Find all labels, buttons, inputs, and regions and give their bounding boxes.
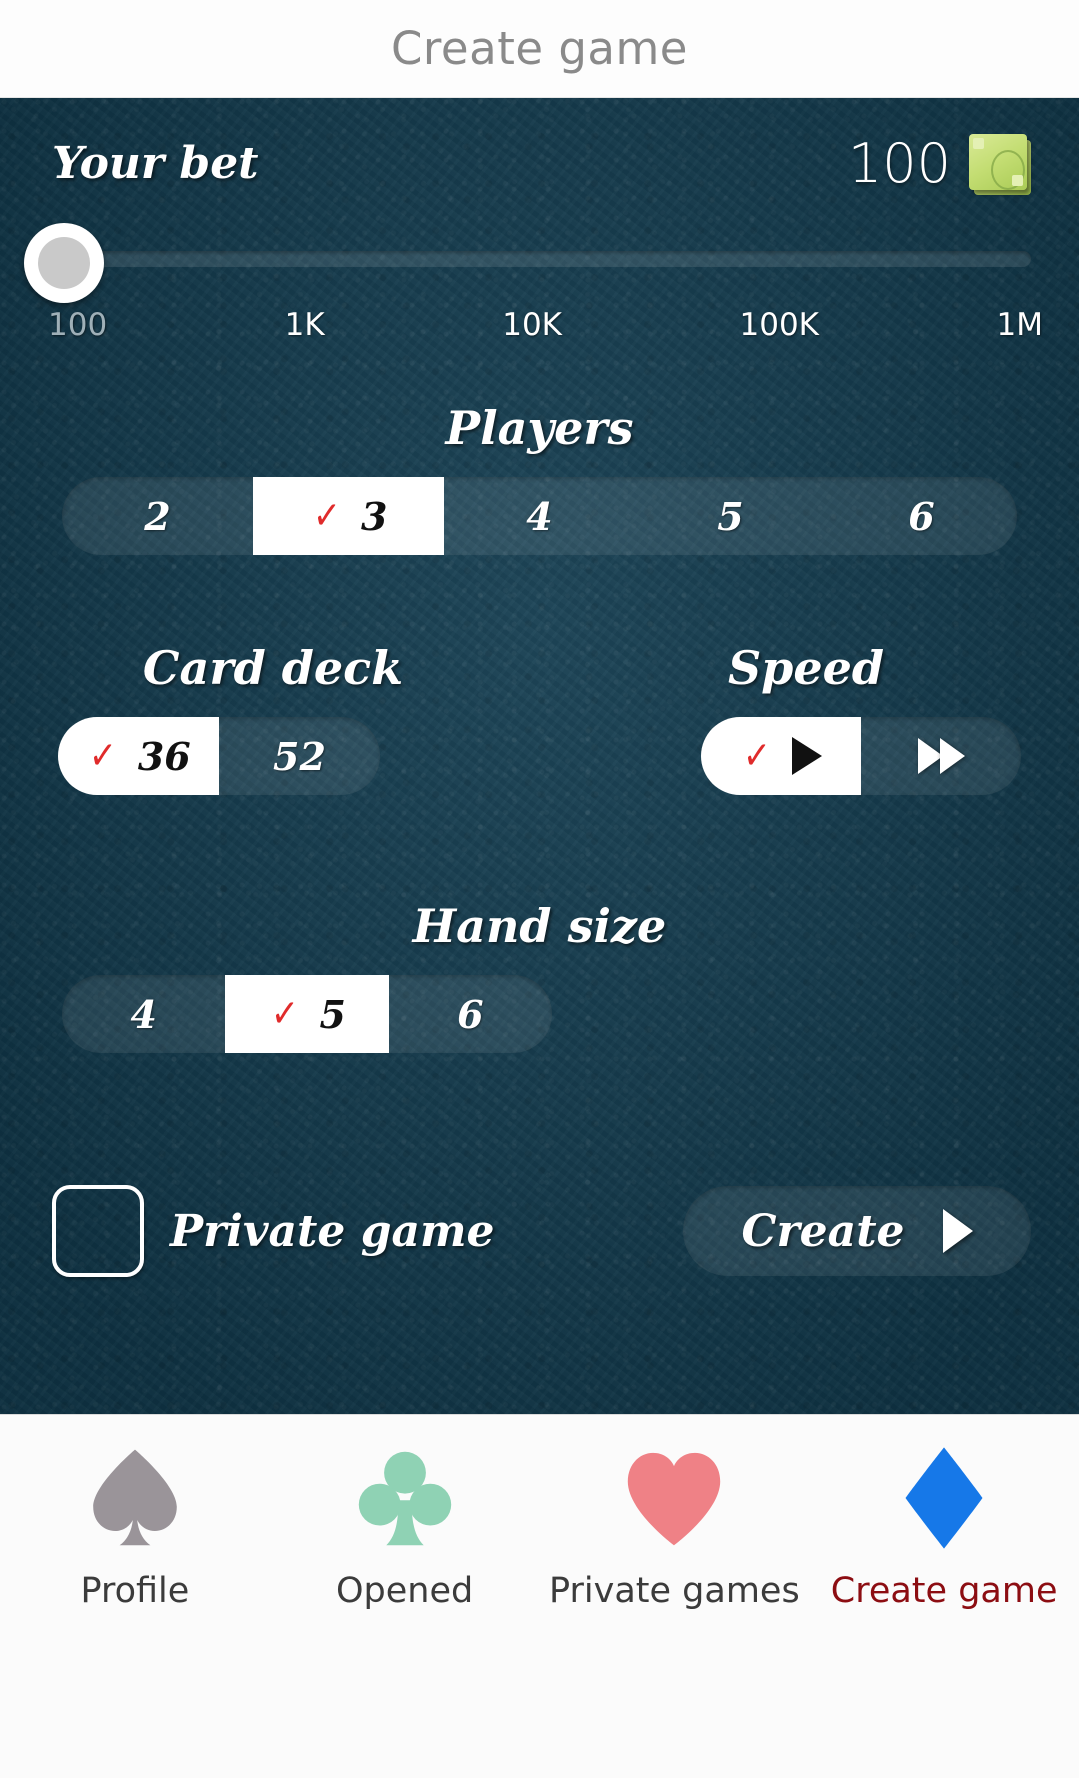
app-header: Create game: [0, 0, 1079, 98]
diamond-icon: [905, 1447, 983, 1549]
hand-size-option-5-label: 5: [319, 991, 346, 1037]
private-game-toggle[interactable]: Private game: [52, 1185, 495, 1277]
bet-amount: 100: [847, 132, 951, 195]
players-option-2[interactable]: 2: [62, 477, 253, 555]
slider-tick-10k: 10K: [502, 307, 563, 343]
hand-size-option-4-label: 4: [130, 991, 157, 1037]
page-title: Create game: [391, 22, 688, 75]
bet-slider-track[interactable]: [96, 251, 1031, 267]
nav-item-profile[interactable]: Profile: [0, 1415, 270, 1611]
card-deck-selector[interactable]: ✓ 36 52: [58, 717, 380, 795]
hand-size-option-6-label: 6: [457, 991, 484, 1037]
players-option-3-label: 3: [361, 493, 388, 539]
game-settings-board: Your bet 100 100 1K 10K 100K 1M Players …: [0, 98, 1079, 1414]
players-option-5-label: 5: [717, 493, 744, 539]
nav-item-opened[interactable]: Opened: [270, 1415, 540, 1611]
red-checkmark-icon: ✓: [88, 731, 118, 781]
bottom-navbar: Profile Opened Private games Create game: [0, 1414, 1079, 1778]
hand-size-option-6[interactable]: 6: [389, 975, 552, 1053]
club-icon: [358, 1451, 451, 1546]
players-title: Players: [445, 401, 634, 455]
slider-tick-1k: 1K: [284, 307, 325, 343]
hand-size-option-4[interactable]: 4: [62, 975, 225, 1053]
red-checkmark-icon: ✓: [742, 731, 772, 781]
bet-slider-thumb[interactable]: [24, 223, 104, 303]
fast-forward-icon: [917, 738, 965, 774]
card-deck-option-52-label: 52: [273, 733, 326, 779]
nav-label-opened: Opened: [336, 1571, 474, 1611]
players-selector[interactable]: 2 ✓ 3 4 5 6: [62, 477, 1017, 555]
nav-item-create-game[interactable]: Create game: [809, 1415, 1079, 1611]
hand-size-title: Hand size: [412, 899, 667, 953]
nav-label-profile: Profile: [80, 1571, 190, 1611]
nav-item-private-games[interactable]: Private games: [540, 1415, 810, 1611]
players-option-5[interactable]: 5: [635, 477, 826, 555]
players-option-6[interactable]: 6: [826, 477, 1017, 555]
speed-selector[interactable]: ✓: [701, 717, 1021, 795]
speed-option-normal[interactable]: ✓: [701, 717, 861, 795]
slider-tick-100k: 100K: [739, 307, 820, 343]
players-option-3[interactable]: ✓ 3: [253, 477, 444, 555]
card-deck-option-36[interactable]: ✓ 36: [58, 717, 219, 795]
card-deck-option-36-label: 36: [137, 733, 191, 779]
nav-label-create-game: Create game: [830, 1571, 1058, 1611]
private-game-label: Private game: [170, 1205, 495, 1257]
money-bill-icon: [969, 133, 1031, 195]
bottom-actions-row: Private game Create: [0, 1185, 1079, 1277]
slider-tick-100: 100: [48, 307, 108, 343]
red-checkmark-icon: ✓: [270, 989, 300, 1039]
create-button[interactable]: Create: [683, 1186, 1031, 1276]
red-checkmark-icon: ✓: [311, 491, 341, 541]
create-button-label: Create: [741, 1205, 905, 1257]
speed-title: Speed: [727, 641, 885, 695]
deck-speed-titles: Card deck Speed: [0, 641, 1079, 695]
players-option-4[interactable]: 4: [444, 477, 635, 555]
play-arrow-icon: [942, 1209, 973, 1253]
nav-label-private-games: Private games: [549, 1571, 800, 1611]
speed-option-fast[interactable]: [861, 717, 1021, 795]
bet-row: Your bet 100: [0, 98, 1079, 195]
deck-speed-controls: ✓ 36 52 ✓: [0, 717, 1079, 795]
bet-label: Your bet: [52, 138, 259, 189]
players-option-6-label: 6: [908, 493, 935, 539]
bet-slider[interactable]: [24, 223, 1031, 303]
spade-icon: [93, 1449, 177, 1546]
bet-value-group: 100: [848, 132, 1031, 195]
empty-checkbox-icon[interactable]: [52, 1185, 144, 1277]
bet-slider-ticks: 100 1K 10K 100K 1M: [48, 307, 1043, 343]
players-option-4-label: 4: [526, 493, 553, 539]
card-deck-title: Card deck: [142, 641, 404, 695]
heart-icon: [628, 1452, 721, 1546]
card-deck-option-52[interactable]: 52: [219, 717, 380, 795]
hand-size-selector[interactable]: 4 ✓ 5 6: [62, 975, 552, 1053]
hand-size-option-5[interactable]: ✓ 5: [225, 975, 389, 1053]
players-option-2-label: 2: [144, 493, 171, 539]
play-triangle-icon: [791, 737, 822, 775]
slider-tick-1m: 1M: [996, 307, 1043, 343]
